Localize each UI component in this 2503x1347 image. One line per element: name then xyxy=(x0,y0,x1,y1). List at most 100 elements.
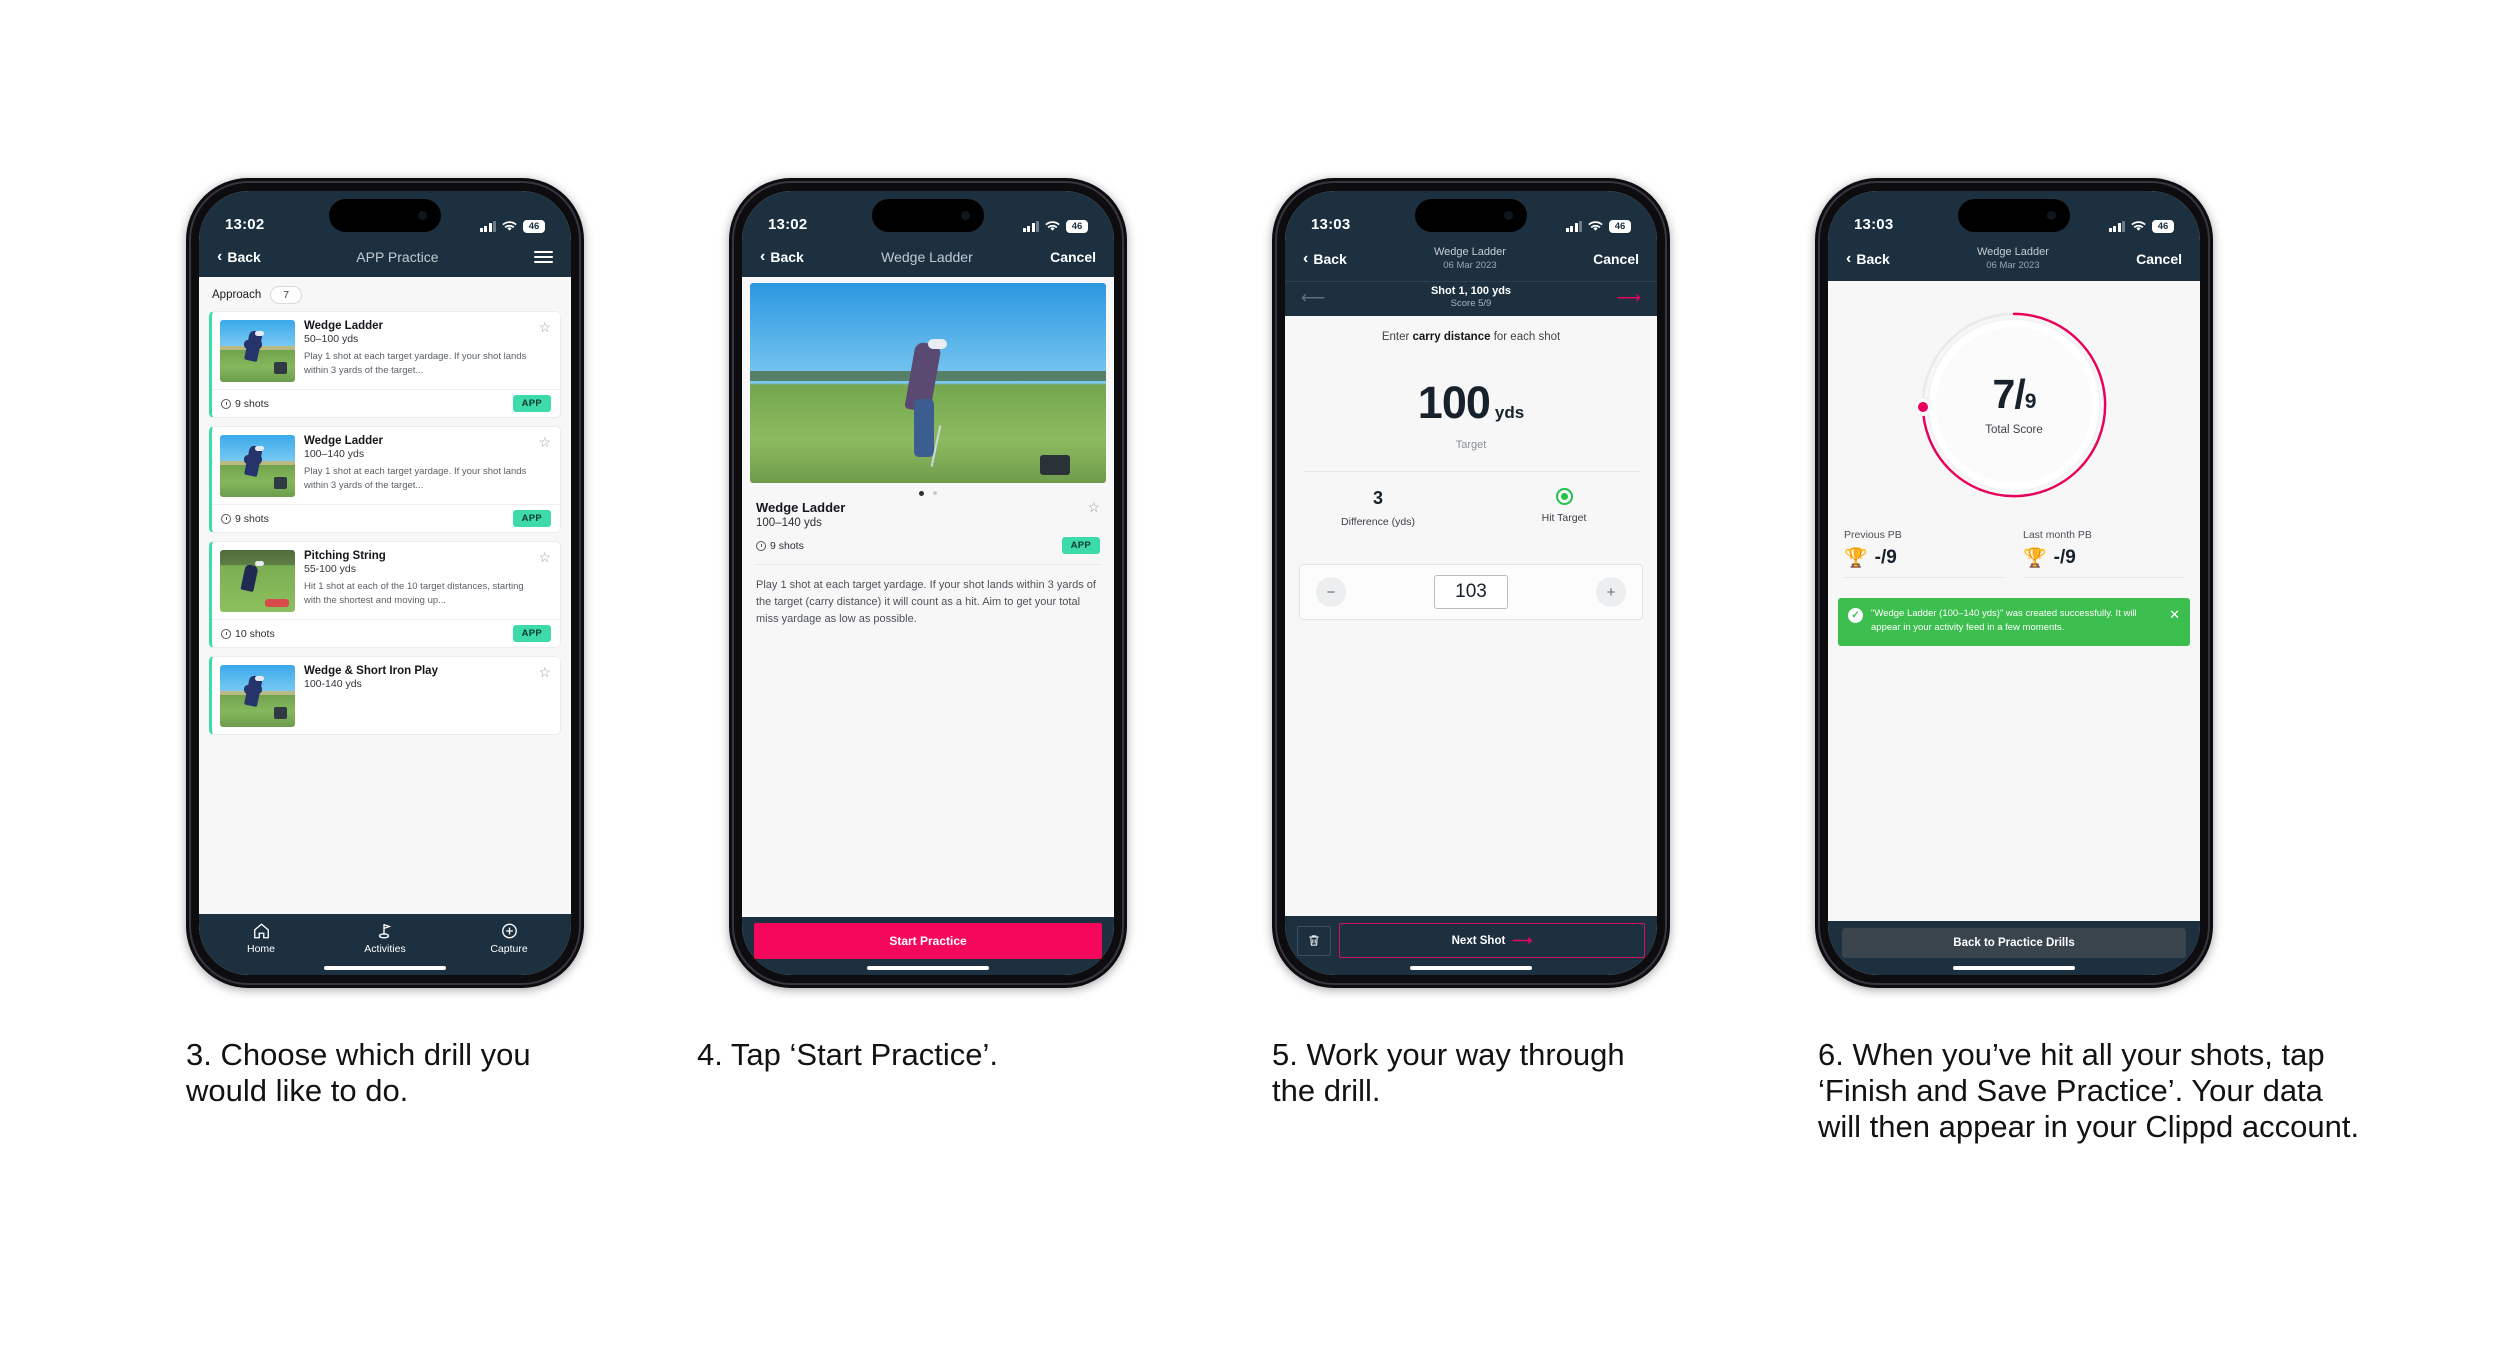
drill-thumbnail xyxy=(220,320,295,382)
drill-list: Approach 7 Wedge Ladder 50–100 yds Play … xyxy=(199,277,571,914)
hit-target-icon xyxy=(1555,488,1573,505)
cellular-signal-icon xyxy=(2108,220,2125,232)
shot-navigator: ⟵ Shot 1, 100 yds Score 5/9 ⟶ xyxy=(1285,281,1657,316)
status-time: 13:03 xyxy=(1854,216,1894,233)
back-button[interactable]: ‹ Back xyxy=(760,249,804,266)
list-item[interactable]: Wedge Ladder 100–140 yds Play 1 shot at … xyxy=(209,426,561,533)
tab-home[interactable]: Home xyxy=(200,922,323,955)
previous-pb-value-row: 🏆 -/9 xyxy=(1844,546,2005,570)
back-button[interactable]: ‹ Back xyxy=(1303,250,1347,268)
score-summary: 7/9 Total Score Previous PB 🏆 -/9 Last mo… xyxy=(1828,281,2200,921)
drill-title: Wedge & Short Iron Play xyxy=(304,665,438,677)
caption-step-3: 3. Choose which drill you would like to … xyxy=(186,1037,531,1108)
back-to-practice-drills-button[interactable]: Back to Practice Drills xyxy=(1842,928,2186,958)
total-score-label: Total Score xyxy=(1985,424,2043,436)
hint-emphasis: carry distance xyxy=(1412,331,1491,343)
drill-thumbnail xyxy=(220,550,295,612)
entry-hint: Enter carry distance for each shot xyxy=(1285,316,1657,343)
score-separator: / xyxy=(2014,371,2025,417)
status-time: 13:02 xyxy=(768,216,808,233)
status-bar: 13:02 46 xyxy=(742,191,1114,237)
arrow-right-icon: ⟶ xyxy=(1512,932,1533,948)
phone-3-screen: 13:03 46 ‹ Back Wedge Ladder 06 Mar 2023… xyxy=(1285,191,1657,975)
drill-title: Wedge Ladder xyxy=(304,320,384,332)
back-button[interactable]: ‹ Back xyxy=(217,249,261,266)
drill-shots: 9 shots xyxy=(756,540,804,552)
stat-difference: 3 Difference (yds) xyxy=(1285,488,1471,528)
next-shot-button[interactable]: Next Shot ⟶ xyxy=(1339,923,1645,958)
wifi-icon xyxy=(2131,221,2146,231)
decrement-button[interactable]: − xyxy=(1316,577,1346,607)
drill-range: 100–140 yds xyxy=(756,517,822,529)
trophy-icon: 🏆 xyxy=(2023,548,2047,569)
phone-mockup-4: 13:03 46 ‹ Back Wedge Ladder 06 Mar 2023… xyxy=(1815,178,2213,988)
dynamic-island xyxy=(1958,199,2070,232)
page-title: APP Practice xyxy=(356,249,439,265)
dynamic-island xyxy=(329,199,441,232)
clock-icon xyxy=(756,540,766,551)
back-button[interactable]: ‹ Back xyxy=(1846,251,1890,268)
hint-pre: Enter xyxy=(1381,331,1413,343)
drill-shots-label: 9 shots xyxy=(770,539,804,552)
stat-hit-target: Hit Target xyxy=(1471,488,1657,528)
carry-distance-input[interactable]: 103 xyxy=(1434,575,1508,609)
nav-bar: ‹ Back APP Practice xyxy=(199,237,571,277)
wifi-icon xyxy=(1588,221,1603,231)
back-label: Back xyxy=(1856,251,1890,267)
drill-description: Hit 1 shot at each of the 10 target dist… xyxy=(304,581,524,606)
target-caption: Target xyxy=(1455,439,1487,451)
clock-icon xyxy=(221,628,231,639)
shot-stats: 3 Difference (yds) Hit Target xyxy=(1285,472,1657,528)
close-icon[interactable]: ✕ xyxy=(2169,608,2180,621)
increment-button[interactable]: + xyxy=(1595,577,1626,607)
favourite-star-icon[interactable]: ☆ xyxy=(536,320,551,382)
cancel-button[interactable]: Cancel xyxy=(2136,251,2182,267)
drill-title: Wedge Ladder xyxy=(304,435,384,447)
list-item[interactable]: Wedge & Short Iron Play 100-140 yds ☆ xyxy=(209,656,561,735)
drill-description: Play 1 shot at each target yardage. If y… xyxy=(304,351,527,376)
status-bar: 13:03 46 xyxy=(1285,191,1657,237)
page-root: 13:02 46 ‹ Back APP Practice Approach 7 … xyxy=(0,0,2503,1347)
score-ring-chart: 7/9 Total Score xyxy=(1915,307,2112,503)
phone-mockup-2: 13:02 46 ‹ Back Wedge Ladder Cancel Wedg… xyxy=(729,178,1127,988)
list-item[interactable]: Pitching String 55-100 yds Hit 1 shot at… xyxy=(209,541,561,648)
favourite-star-icon[interactable]: ☆ xyxy=(536,550,551,612)
cancel-button[interactable]: Cancel xyxy=(1050,249,1096,265)
status-badge: APP xyxy=(512,510,551,527)
start-practice-button[interactable]: Start Practice xyxy=(754,923,1102,959)
drill-hero-image xyxy=(750,283,1106,483)
clock-icon xyxy=(221,513,231,524)
favourite-star-icon[interactable]: ☆ xyxy=(536,435,551,497)
nav-bar: ‹ Back Wedge Ladder 06 Mar 2023 Cancel xyxy=(1828,237,2200,281)
hint-post: for each shot xyxy=(1490,331,1561,343)
list-item[interactable]: Wedge Ladder 50–100 yds Play 1 shot at e… xyxy=(209,311,561,418)
tab-capture[interactable]: Capture xyxy=(448,922,571,955)
menu-icon[interactable] xyxy=(534,250,553,264)
chevron-left-icon: ‹ xyxy=(1303,250,1309,267)
divider xyxy=(1844,577,2005,578)
divider xyxy=(2023,577,2184,578)
category-count-pill[interactable]: 7 xyxy=(270,286,303,304)
check-circle-icon: ✓ xyxy=(1848,608,1863,623)
drill-shots: 9 shots xyxy=(221,513,269,525)
last-month-pb: Last month PB 🏆 -/9 xyxy=(2023,529,2184,578)
home-indicator xyxy=(1285,961,1657,975)
next-shot-label: Next Shot xyxy=(1451,934,1506,947)
favourite-star-icon[interactable]: ☆ xyxy=(1085,500,1100,514)
dynamic-island xyxy=(1415,199,1527,232)
shot-label: Shot 1, 100 yds xyxy=(1430,285,1512,297)
next-shot-arrow-icon[interactable]: ⟶ xyxy=(1617,289,1641,306)
delete-shot-button[interactable] xyxy=(1297,925,1331,956)
footer-bar: Next Shot ⟶ xyxy=(1285,916,1657,961)
carousel-dots[interactable] xyxy=(742,483,1114,500)
tab-activities[interactable]: Activities xyxy=(324,922,447,955)
total-score-value: 7/9 xyxy=(1993,371,2037,417)
phone-mockup-1: 13:02 46 ‹ Back APP Practice Approach 7 … xyxy=(186,178,584,988)
home-indicator xyxy=(1828,961,2200,975)
shot-info: Shot 1, 100 yds Score 5/9 xyxy=(1325,285,1616,309)
cancel-button[interactable]: Cancel xyxy=(1593,251,1639,267)
status-time: 13:02 xyxy=(225,216,265,233)
favourite-star-icon[interactable]: ☆ xyxy=(536,665,551,727)
last-month-pb-value: -/9 xyxy=(2053,547,2076,568)
previous-shot-arrow-icon[interactable]: ⟵ xyxy=(1301,289,1325,306)
